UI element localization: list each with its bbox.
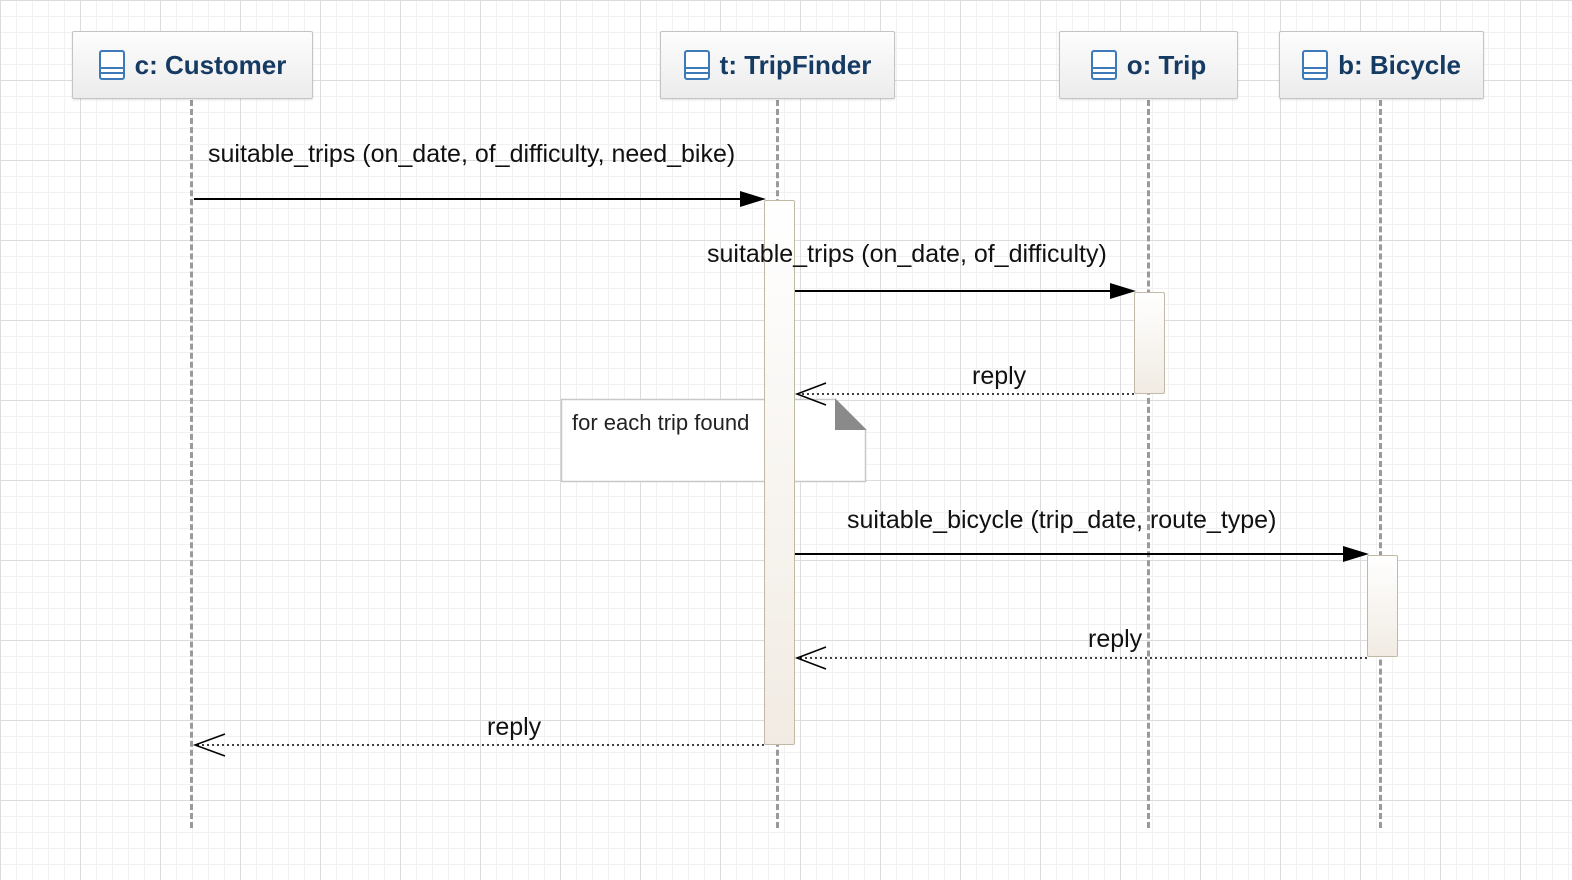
message-arrow-5 bbox=[794, 646, 1367, 670]
message-label-4[interactable]: suitable_bicycle (trip_date, route_type) bbox=[847, 506, 1276, 535]
message-arrow-3 bbox=[794, 382, 1134, 406]
message-arrow-1 bbox=[194, 191, 766, 207]
message-arrow-2 bbox=[795, 283, 1136, 299]
message-label-3[interactable]: reply bbox=[972, 362, 1026, 391]
message-label-5[interactable]: reply bbox=[1088, 625, 1142, 654]
message-label-6[interactable]: reply bbox=[487, 713, 541, 742]
message-arrow-4 bbox=[795, 546, 1369, 562]
message-label-1[interactable]: suitable_trips (on_date, of_difficulty, … bbox=[208, 140, 735, 169]
message-arrows bbox=[192, 191, 1369, 757]
message-arrow-6 bbox=[192, 733, 764, 757]
message-label-2[interactable]: suitable_trips (on_date, of_difficulty) bbox=[707, 240, 1107, 269]
